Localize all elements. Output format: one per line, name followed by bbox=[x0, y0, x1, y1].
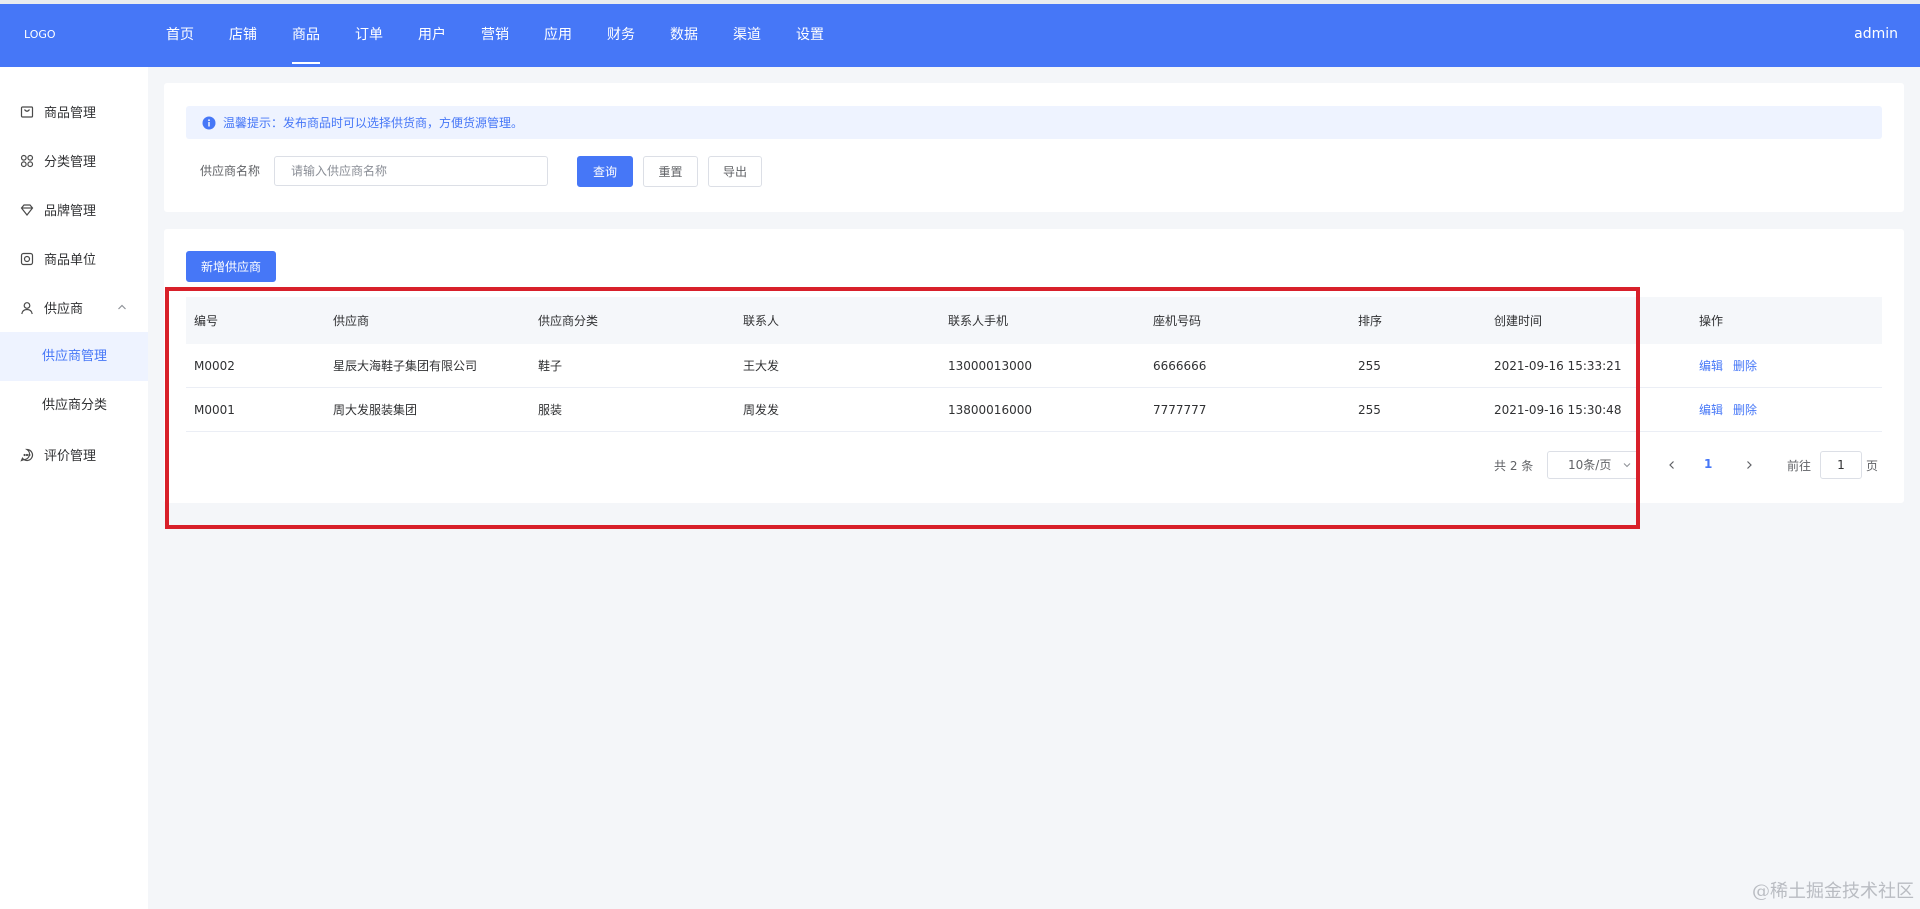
page-number-current[interactable]: 1 bbox=[1704, 457, 1712, 471]
export-button[interactable]: 导出 bbox=[708, 156, 762, 187]
goto-label: 前往 bbox=[1787, 459, 1812, 473]
nav-item-settings[interactable]: 设置 bbox=[796, 4, 824, 67]
cell-category: 服装 bbox=[538, 403, 563, 417]
sidebar-item-label: 商品管理 bbox=[44, 106, 97, 121]
supplier-name-input[interactable] bbox=[274, 156, 548, 186]
watermark: @稀土掘金技术社区 bbox=[1752, 881, 1914, 902]
col-header: 座机号码 bbox=[1153, 314, 1202, 328]
diamond-icon bbox=[20, 203, 34, 217]
sidebar-item-reviews[interactable]: 评价管理 bbox=[0, 430, 148, 479]
user-icon bbox=[20, 301, 34, 315]
top-navbar: LOGO 首页 店铺 商品 订单 用户 营销 应用 财务 数据 渠道 设置 ad… bbox=[0, 0, 1920, 67]
grid-icon bbox=[20, 154, 34, 168]
col-header: 供应商分类 bbox=[538, 314, 599, 328]
table-row: M0002 星辰大海鞋子集团有限公司 鞋子 王大发 13000013000 66… bbox=[186, 344, 1882, 388]
cell-actions: 编辑 删除 bbox=[1691, 357, 1882, 374]
unit-icon bbox=[20, 252, 34, 266]
next-page-button[interactable] bbox=[1743, 459, 1755, 471]
reset-button[interactable]: 重置 bbox=[643, 156, 698, 187]
sidebar: 商品管理 分类管理 品牌管理 商品单位 供应商 供应商管理 供应商分类 评价管理 bbox=[0, 67, 148, 909]
cell-id: M0001 bbox=[194, 402, 235, 417]
prev-page-button[interactable] bbox=[1666, 459, 1678, 471]
col-header: 联系人 bbox=[743, 314, 780, 328]
delete-link[interactable]: 删除 bbox=[1733, 359, 1757, 373]
info-icon bbox=[202, 116, 216, 130]
cell-supplier: 星辰大海鞋子集团有限公司 bbox=[333, 359, 478, 373]
goto-page-input[interactable] bbox=[1820, 451, 1862, 479]
cell-created: 2021-09-16 15:33:21 bbox=[1494, 358, 1622, 373]
col-header: 联系人手机 bbox=[948, 314, 1009, 328]
add-supplier-button[interactable]: 新增供应商 bbox=[186, 251, 276, 282]
sidebar-item-label: 供应商 bbox=[44, 302, 84, 317]
sidebar-item-label: 品牌管理 bbox=[44, 204, 97, 219]
cell-supplier: 周大发服装集团 bbox=[333, 403, 418, 417]
query-button[interactable]: 查询 bbox=[577, 156, 633, 187]
table-header: 编号 供应商 供应商分类 联系人 联系人手机 座机号码 排序 创建时间 操作 bbox=[186, 297, 1882, 344]
nav-item-marketing[interactable]: 营销 bbox=[481, 4, 509, 67]
chevron-up-icon bbox=[116, 301, 128, 313]
page-size-select[interactable]: 10条/页 bbox=[1547, 451, 1639, 479]
logo: LOGO bbox=[24, 28, 56, 41]
sidebar-item-label: 商品单位 bbox=[44, 253, 97, 268]
nav-item-store[interactable]: 店铺 bbox=[229, 4, 257, 67]
sidebar-item-brand[interactable]: 品牌管理 bbox=[0, 185, 148, 234]
nav-item-orders[interactable]: 订单 bbox=[355, 4, 383, 67]
user-menu[interactable]: admin bbox=[1854, 26, 1898, 42]
sidebar-subitem-supplier-category[interactable]: 供应商分类 bbox=[0, 381, 148, 430]
cell-actions: 编辑 删除 bbox=[1691, 401, 1882, 418]
pagination: 共 2 条 10条/页 1 前往 页 bbox=[164, 450, 1904, 480]
table-row: M0001 周大发服装集团 服装 周发发 13800016000 7777777… bbox=[186, 388, 1882, 432]
col-header: 操作 bbox=[1699, 314, 1724, 328]
total-count: 共 2 条 bbox=[1494, 459, 1534, 473]
page-size-value: 10条/页 bbox=[1568, 458, 1612, 472]
supplier-table: 编号 供应商 供应商分类 联系人 联系人手机 座机号码 排序 创建时间 操作 M… bbox=[186, 297, 1882, 432]
chat-icon bbox=[20, 448, 34, 462]
chevron-down-icon bbox=[1622, 460, 1632, 470]
sidebar-item-goods[interactable]: 商品管理 bbox=[0, 87, 148, 136]
nav-item-channels[interactable]: 渠道 bbox=[733, 4, 761, 67]
nav-item-home[interactable]: 首页 bbox=[166, 4, 194, 67]
tip-alert: 温馨提示：发布商品时可以选择供货商，方便货源管理。 bbox=[186, 106, 1882, 139]
sidebar-item-label: 分类管理 bbox=[44, 155, 97, 170]
bag-icon bbox=[20, 105, 34, 119]
edit-link[interactable]: 编辑 bbox=[1699, 403, 1723, 417]
nav-item-apps[interactable]: 应用 bbox=[544, 4, 572, 67]
sidebar-item-supplier[interactable]: 供应商 bbox=[0, 283, 148, 332]
filter-card: 温馨提示：发布商品时可以选择供货商，方便货源管理。 供应商名称 查询 重置 导出 bbox=[164, 83, 1904, 212]
cell-mobile: 13000013000 bbox=[948, 358, 1032, 373]
col-header: 创建时间 bbox=[1494, 314, 1543, 328]
cell-id: M0002 bbox=[194, 358, 235, 373]
supplier-name-label: 供应商名称 bbox=[200, 164, 261, 178]
cell-category: 鞋子 bbox=[538, 359, 563, 373]
edit-link[interactable]: 编辑 bbox=[1699, 359, 1723, 373]
tip-text: 温馨提示：发布商品时可以选择供货商，方便货源管理。 bbox=[223, 116, 524, 130]
nav-item-data[interactable]: 数据 bbox=[670, 4, 698, 67]
delete-link[interactable]: 删除 bbox=[1733, 403, 1757, 417]
cell-contact: 周发发 bbox=[743, 403, 780, 417]
cell-created: 2021-09-16 15:30:48 bbox=[1494, 402, 1622, 417]
table-card: 新增供应商 编号 供应商 供应商分类 联系人 联系人手机 座机号码 排序 创建时… bbox=[164, 229, 1904, 503]
sidebar-item-unit[interactable]: 商品单位 bbox=[0, 234, 148, 283]
sidebar-subitem-supplier-manage[interactable]: 供应商管理 bbox=[0, 332, 148, 381]
main-nav: 首页 店铺 商品 订单 用户 营销 应用 财务 数据 渠道 设置 bbox=[166, 4, 859, 67]
cell-sort: 255 bbox=[1358, 402, 1381, 417]
page-unit-label: 页 bbox=[1866, 459, 1879, 473]
cell-phone: 7777777 bbox=[1153, 402, 1207, 417]
cell-mobile: 13800016000 bbox=[948, 402, 1032, 417]
cell-phone: 6666666 bbox=[1153, 358, 1207, 373]
sidebar-item-label: 评价管理 bbox=[44, 449, 97, 464]
col-header: 排序 bbox=[1358, 314, 1383, 328]
col-header: 供应商 bbox=[333, 314, 370, 328]
nav-item-goods[interactable]: 商品 bbox=[292, 4, 320, 67]
cell-contact: 王大发 bbox=[743, 359, 780, 373]
cell-sort: 255 bbox=[1358, 358, 1381, 373]
col-header: 编号 bbox=[194, 314, 219, 328]
sidebar-item-category[interactable]: 分类管理 bbox=[0, 136, 148, 185]
nav-item-users[interactable]: 用户 bbox=[418, 4, 446, 67]
nav-item-finance[interactable]: 财务 bbox=[607, 4, 635, 67]
